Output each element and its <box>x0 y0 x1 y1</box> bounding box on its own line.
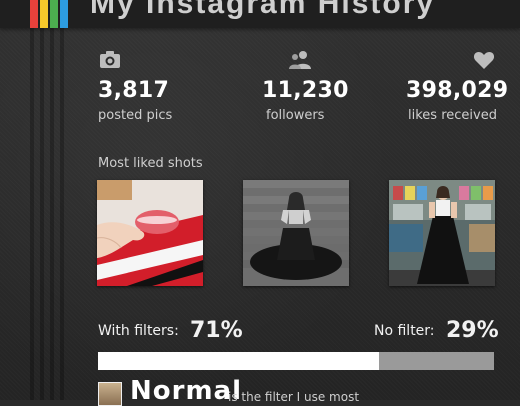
filter-usage-bar <box>98 352 494 370</box>
side-stripe-3 <box>50 28 54 400</box>
macaron-photo <box>97 180 203 286</box>
side-stripe-2 <box>40 28 44 400</box>
side-stripe-4 <box>60 28 64 400</box>
followers-count: 11,230 <box>262 78 349 103</box>
favorite-filter-note: is the filter I use most <box>228 390 360 404</box>
no-filter-label: No filter: <box>374 323 435 339</box>
rainbow-stripe-green <box>50 0 58 28</box>
most-liked-photo-3[interactable] <box>389 180 495 286</box>
posted-pics-count: 3,817 <box>98 78 170 103</box>
filter-preview-thumbnail <box>98 382 122 406</box>
header-bar: My Instagram History <box>0 0 520 28</box>
rainbow-stripe-red <box>30 0 38 28</box>
heart-icon <box>473 52 495 69</box>
posted-pics-label: posted pics <box>98 108 173 123</box>
no-filter-percent: 29% <box>446 318 499 343</box>
rainbow-stripe-yellow <box>40 0 48 28</box>
followers-label: followers <box>266 108 325 123</box>
likes-label: likes received <box>408 108 497 123</box>
gown-stairs-photo <box>243 180 349 286</box>
camera-icon <box>100 51 120 68</box>
followers-icon <box>289 51 311 69</box>
filter-usage-bar-fill <box>98 352 380 370</box>
likes-count: 398,029 <box>406 78 509 103</box>
side-stripe-1 <box>30 28 34 400</box>
most-liked-photo-2[interactable] <box>243 180 349 286</box>
with-filters-percent: 71% <box>190 318 243 343</box>
favorite-filter-name: Normal <box>130 376 242 406</box>
rainbow-stripe-blue <box>60 0 68 28</box>
page-title: My Instagram History <box>90 0 436 20</box>
most-liked-photo-1[interactable] <box>97 180 203 286</box>
with-filters-label: With filters: <box>98 323 179 339</box>
market-dress-photo <box>389 180 495 286</box>
most-liked-title: Most liked shots <box>98 156 203 171</box>
